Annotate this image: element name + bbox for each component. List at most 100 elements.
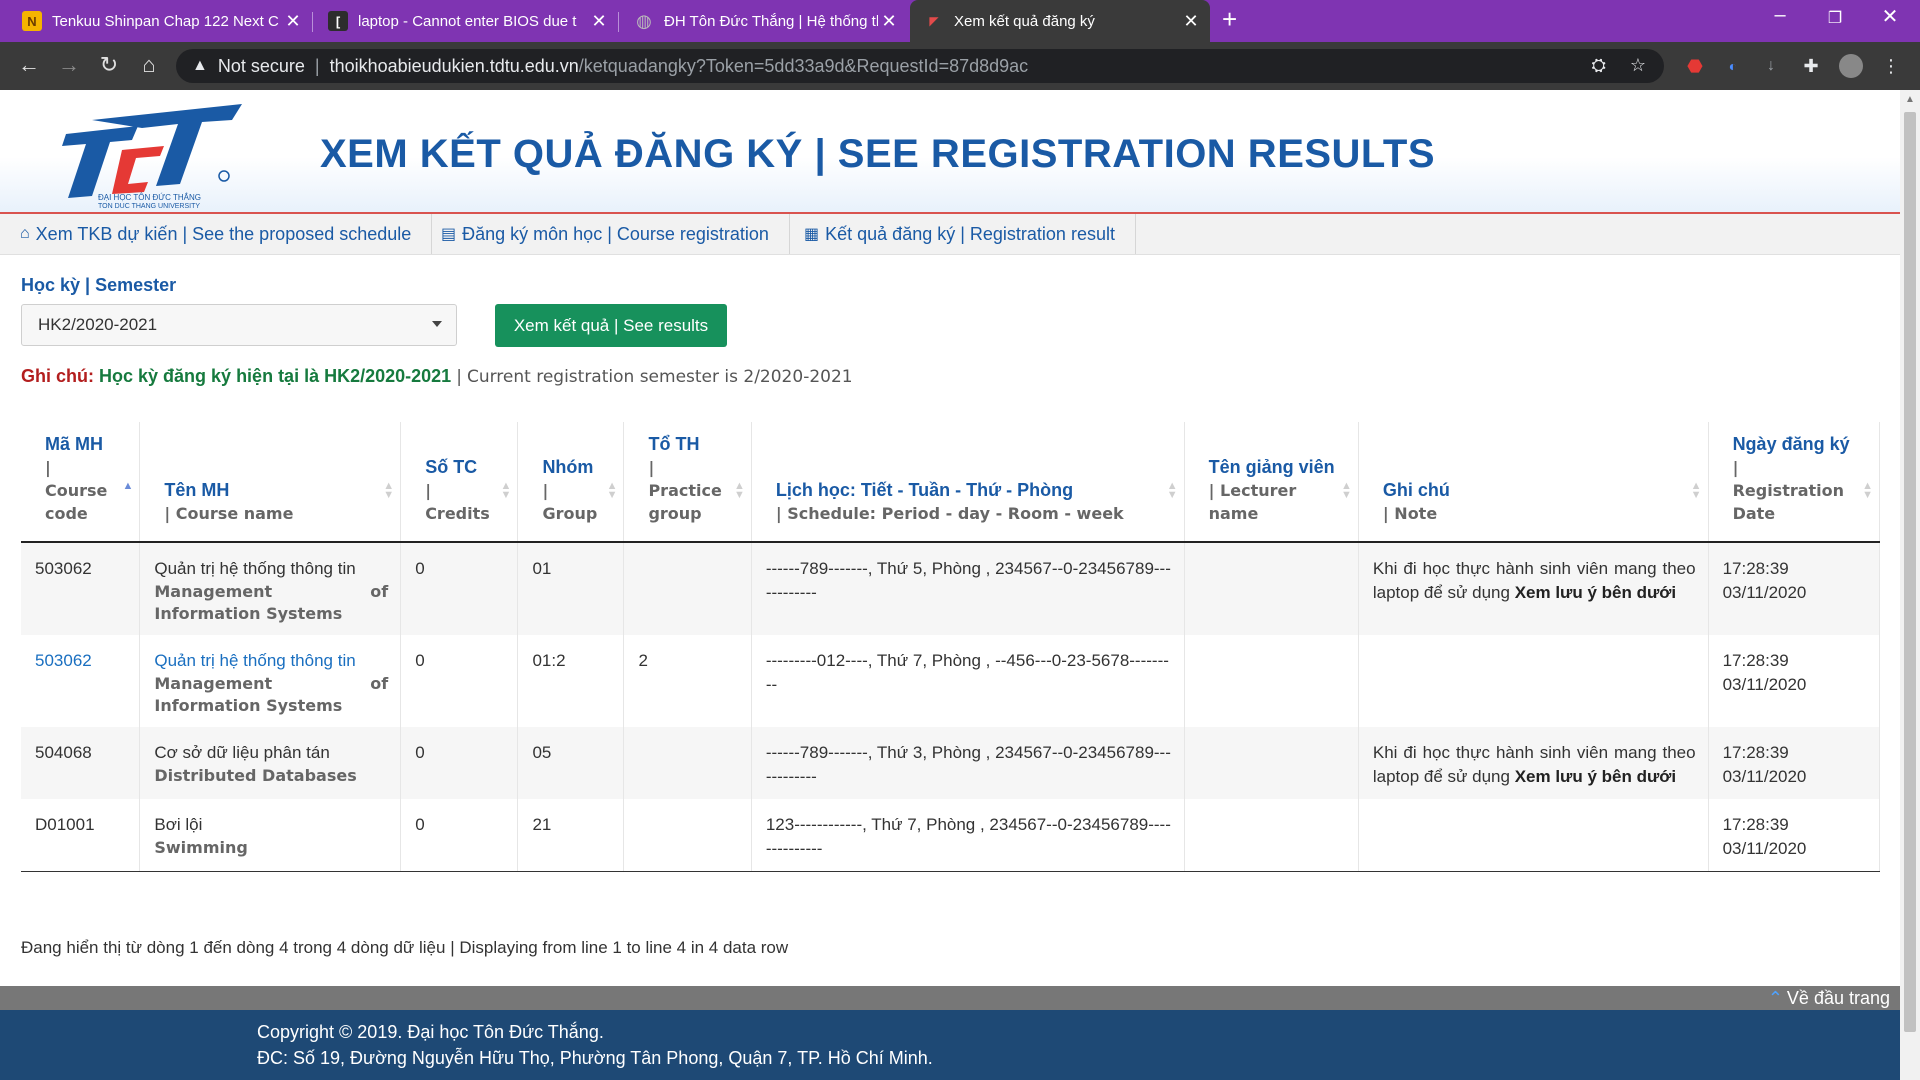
- course-name-link[interactable]: Quản trị hệ thống thông tin: [154, 649, 388, 673]
- menu-label: Kết quả đăng ký | Registration result: [825, 223, 1115, 244]
- cell-course-name: Quản trị hệ thống thông tin Management of…: [139, 635, 402, 727]
- menu-label: Xem TKB dự kiến | See the proposed sched…: [35, 223, 412, 244]
- tab-title: Tenkuu Shinpan Chap 122 Next C: [52, 12, 279, 30]
- close-tab-icon[interactable]: ✕: [878, 11, 900, 32]
- table-row: 503062 Quản trị hệ thống thông tin Manage…: [21, 542, 1881, 635]
- browser-tab-active[interactable]: ◤ Xem kết quả đăng ký ✕: [910, 0, 1210, 42]
- cell-note: [1358, 799, 1709, 872]
- cell-note: Khi đi học thực hành sinh viên mang theo…: [1358, 727, 1709, 799]
- reload-icon[interactable]: ↻: [94, 52, 124, 78]
- tab-title: Xem kết quả đăng ký: [954, 12, 1095, 30]
- column-header-practice-group[interactable]: Tổ TH | Practice group ▲ ▼: [623, 422, 752, 543]
- browser-tab[interactable]: [ laptop - Cannot enter BIOS due t ✕: [314, 0, 618, 42]
- cell-group: 21: [517, 799, 625, 872]
- home-icon[interactable]: ⌂: [134, 52, 164, 78]
- cell-schedule: ---------012----, Thứ 7, Phòng , --456--…: [751, 635, 1185, 727]
- table-row: 504068 Cơ sở dữ liệu phân tán Distributed…: [21, 727, 1881, 799]
- sort-icon[interactable]: ▲ ▼: [383, 481, 394, 501]
- cell-registration-date: 17:28:39 03/11/2020: [1708, 799, 1881, 872]
- browser-tab[interactable]: ◍ ĐH Tôn Đức Thắng | Hệ thống th ✕: [620, 0, 908, 42]
- sort-icon[interactable]: ▲: [122, 481, 133, 492]
- globe-icon: ◍: [636, 10, 652, 31]
- scrollbar-thumb[interactable]: [1904, 112, 1916, 1032]
- profile-avatar[interactable]: [1839, 54, 1863, 78]
- tdt-favicon-icon: ◤: [929, 14, 939, 28]
- back-to-top-link[interactable]: ⌃ Về đầu trang: [1768, 988, 1890, 1009]
- menu-proposed-schedule[interactable]: ⌂ Xem TKB dự kiến | See the proposed sch…: [0, 214, 433, 254]
- sort-icon[interactable]: ▲ ▼: [607, 481, 618, 501]
- back-icon[interactable]: ←: [14, 52, 44, 78]
- column-header-lecturer[interactable]: Tên giảng viên | Lecturer name ▲ ▼: [1184, 422, 1359, 543]
- column-header-credits[interactable]: Số TC | Credits ▲ ▼: [400, 422, 519, 543]
- extensions-puzzle-icon[interactable]: ✚: [1799, 54, 1823, 78]
- chevron-up-icon: ⌃: [1767, 988, 1783, 1008]
- new-tab-icon[interactable]: +: [1222, 4, 1237, 35]
- column-header-course-code[interactable]: Mã MH | Course code ▲: [21, 422, 141, 543]
- sort-icon[interactable]: ▲ ▼: [501, 481, 512, 501]
- warning-icon: ▲: [192, 57, 208, 74]
- page-content: ĐẠI HỌC TÔN ĐỨC THẮNG TON DUC THANG UNIV…: [0, 90, 1900, 1080]
- cell-course-name: Quản trị hệ thống thông tin Management of…: [139, 542, 402, 635]
- sort-icon[interactable]: ▲ ▼: [1691, 481, 1702, 501]
- tdt-logo[interactable]: ĐẠI HỌC TÔN ĐỨC THẮNG TON DUC THANG UNIV…: [52, 98, 242, 210]
- sort-icon[interactable]: ▲ ▼: [1341, 481, 1352, 501]
- sort-icon[interactable]: ▲ ▼: [734, 481, 745, 501]
- semester-select[interactable]: HK2/2020-2021: [21, 304, 457, 346]
- page-scrollbar[interactable]: ▲: [1900, 90, 1920, 1080]
- menu-course-registration[interactable]: ▤ Đăng ký môn học | Course registration: [421, 214, 790, 254]
- restore-icon[interactable]: ❐: [1810, 8, 1860, 28]
- logo-caption: TON DUC THANG UNIVERSITY: [98, 203, 200, 210]
- cell-course-code: D01001: [21, 799, 141, 872]
- download-icon[interactable]: ↓: [1759, 54, 1783, 78]
- adblock-extension-icon[interactable]: ⬣: [1683, 54, 1707, 78]
- cell-lecturer: [1184, 542, 1359, 635]
- column-header-schedule[interactable]: Lịch học: Tiết - Tuần - Thứ - Phòng | Sch…: [751, 422, 1185, 543]
- cell-course-code[interactable]: 503062: [21, 635, 141, 727]
- sort-icon[interactable]: ▲ ▼: [1862, 481, 1873, 501]
- registration-table: Mã MH | Course code ▲ Tên MH | Course name …: [21, 422, 1881, 872]
- cell-practice-group: [623, 799, 752, 872]
- translate-icon[interactable]: ⛭: [1591, 55, 1605, 76]
- window-close-icon[interactable]: ✕: [1865, 4, 1915, 29]
- column-header-course-name[interactable]: Tên MH | Course name ▲ ▼: [139, 422, 402, 543]
- close-tab-icon[interactable]: ✕: [282, 11, 304, 32]
- column-header-group[interactable]: Nhóm | Group ▲ ▼: [517, 422, 625, 543]
- cell-credits: 0: [400, 727, 519, 799]
- cell-course-code: 504068: [21, 727, 141, 799]
- bookmark-star-icon[interactable]: ☆: [1630, 55, 1646, 76]
- cell-lecturer: [1184, 799, 1359, 872]
- course-code-link[interactable]: 503062: [35, 651, 92, 670]
- logo-caption: ĐẠI HỌC TÔN ĐỨC THẮNG: [98, 193, 201, 202]
- column-header-registration-date[interactable]: Ngày đăng ký | Registration Date ▲ ▼: [1708, 422, 1881, 543]
- cell-note: Khi đi học thực hành sinh viên mang theo…: [1358, 542, 1709, 635]
- cell-practice-group: [623, 542, 752, 635]
- forward-icon[interactable]: →: [54, 52, 84, 78]
- note-main: Học kỳ đăng ký hiện tại là HK2/2020-2021: [99, 366, 452, 386]
- cell-note: [1358, 635, 1709, 727]
- superuser-favicon-icon: [: [328, 11, 348, 31]
- close-tab-icon[interactable]: ✕: [1180, 11, 1202, 32]
- address-bar[interactable]: ▲ Not secure | thoikhoabieudukien.tdtu.e…: [176, 49, 1664, 83]
- site-footer: Copyright © 2019. Đại học Tôn Đức Thắng.…: [0, 1010, 1900, 1080]
- table-display-info: Đang hiển thị từ dòng 1 đến dòng 4 trong…: [21, 938, 789, 957]
- sort-icon[interactable]: ▲ ▼: [1167, 481, 1178, 501]
- browser-tab-bar: N Tenkuu Shinpan Chap 122 Next C ✕ [ lap…: [0, 0, 1920, 42]
- home-icon: ⌂: [20, 225, 30, 242]
- cell-registration-date: 17:28:39 03/11/2020: [1708, 542, 1881, 635]
- scroll-up-icon[interactable]: ▲: [1905, 94, 1915, 105]
- chevron-down-icon: [432, 321, 442, 327]
- extension-icon[interactable]: ◐: [1721, 54, 1745, 78]
- menu-dots-icon[interactable]: ⋮: [1879, 54, 1903, 78]
- cell-lecturer: [1184, 635, 1359, 727]
- browser-tab[interactable]: N Tenkuu Shinpan Chap 122 Next C ✕: [8, 0, 312, 42]
- url-path: /ketquadangky?Token=5dd33a9d&RequestId=8…: [578, 55, 1029, 76]
- minimize-icon[interactable]: –: [1755, 4, 1805, 27]
- see-results-button[interactable]: Xem kết quả | See results: [495, 304, 727, 347]
- calendar-icon: ▦: [804, 226, 820, 243]
- menu-registration-result[interactable]: ▦ Kết quả đăng ký | Registration result: [784, 214, 1136, 254]
- close-tab-icon[interactable]: ✕: [588, 11, 610, 32]
- cell-credits: 0: [400, 799, 519, 872]
- column-header-note[interactable]: Ghi chú | Note ▲ ▼: [1358, 422, 1709, 543]
- cell-course-name: Bơi lội Swimming: [139, 799, 402, 872]
- footer-strip: [0, 986, 1900, 1010]
